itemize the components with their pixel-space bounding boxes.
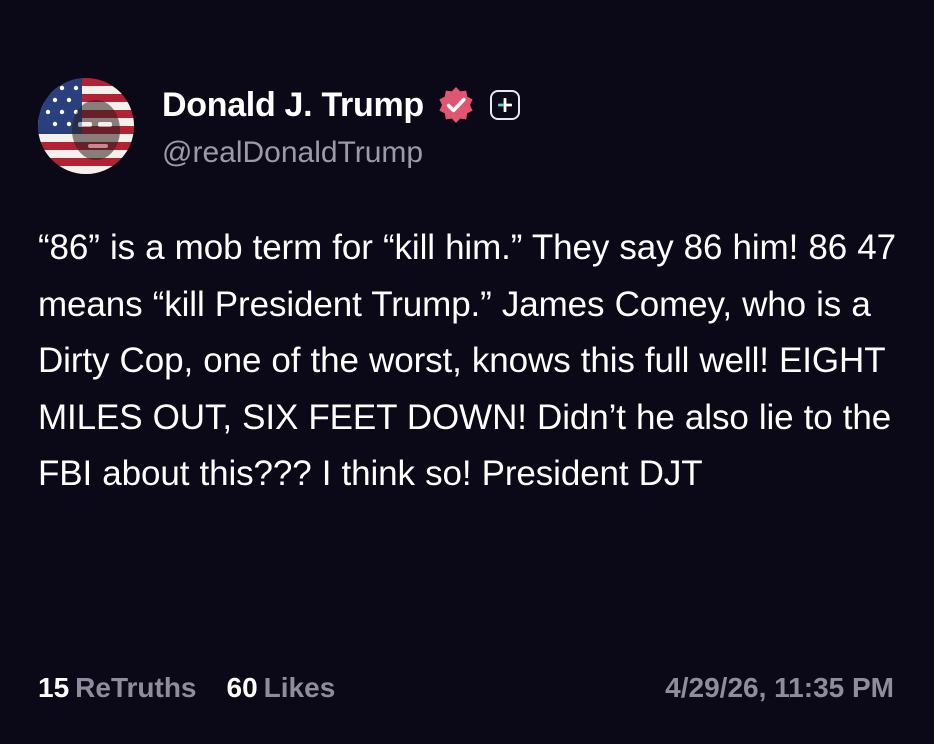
retruths-stat[interactable]: 15 ReTruths [38, 672, 197, 704]
post-card: Donald J. Trump @realDonaldTrump “86” is… [0, 0, 934, 744]
engagement-stats: 15 ReTruths 60 Likes [38, 668, 335, 708]
retruths-count: 15 [38, 672, 70, 703]
author-handle[interactable]: @realDonaldTrump [162, 136, 423, 170]
avatar[interactable] [38, 78, 134, 174]
plus-icon[interactable] [489, 90, 520, 120]
verified-check-icon [436, 85, 476, 125]
author-display-name[interactable]: Donald J. Trump [162, 86, 424, 125]
likes-label: Likes [263, 672, 336, 703]
retruths-label: ReTruths [75, 672, 197, 703]
likes-count: 60 [226, 672, 258, 703]
avatar-image [38, 78, 134, 174]
author-name-row: Donald J. Trump [162, 82, 520, 128]
post-body-text: “86” is a mob term for “kill him.” They … [38, 228, 896, 494]
likes-stat[interactable]: 60 Likes [227, 672, 336, 704]
post-timestamp: 4/29/26, 11:35 PM [665, 672, 894, 703]
